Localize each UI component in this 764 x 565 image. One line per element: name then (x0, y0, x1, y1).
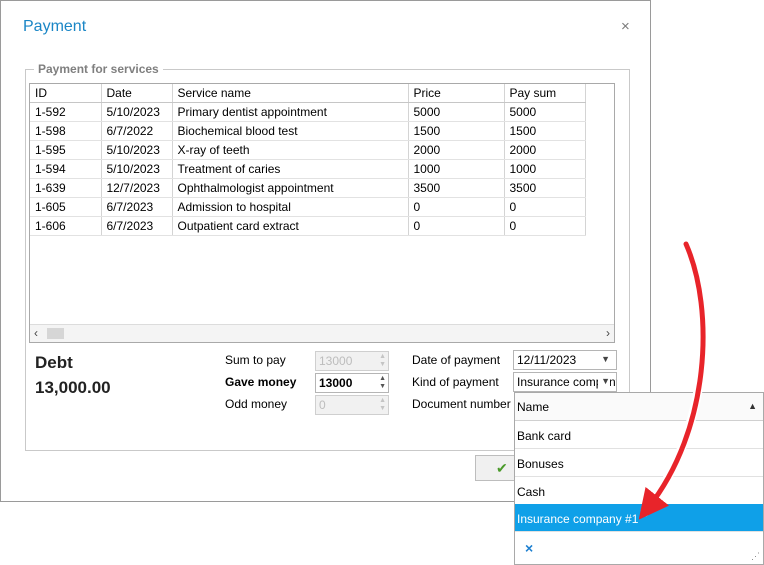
annotation-arrow (638, 239, 708, 520)
